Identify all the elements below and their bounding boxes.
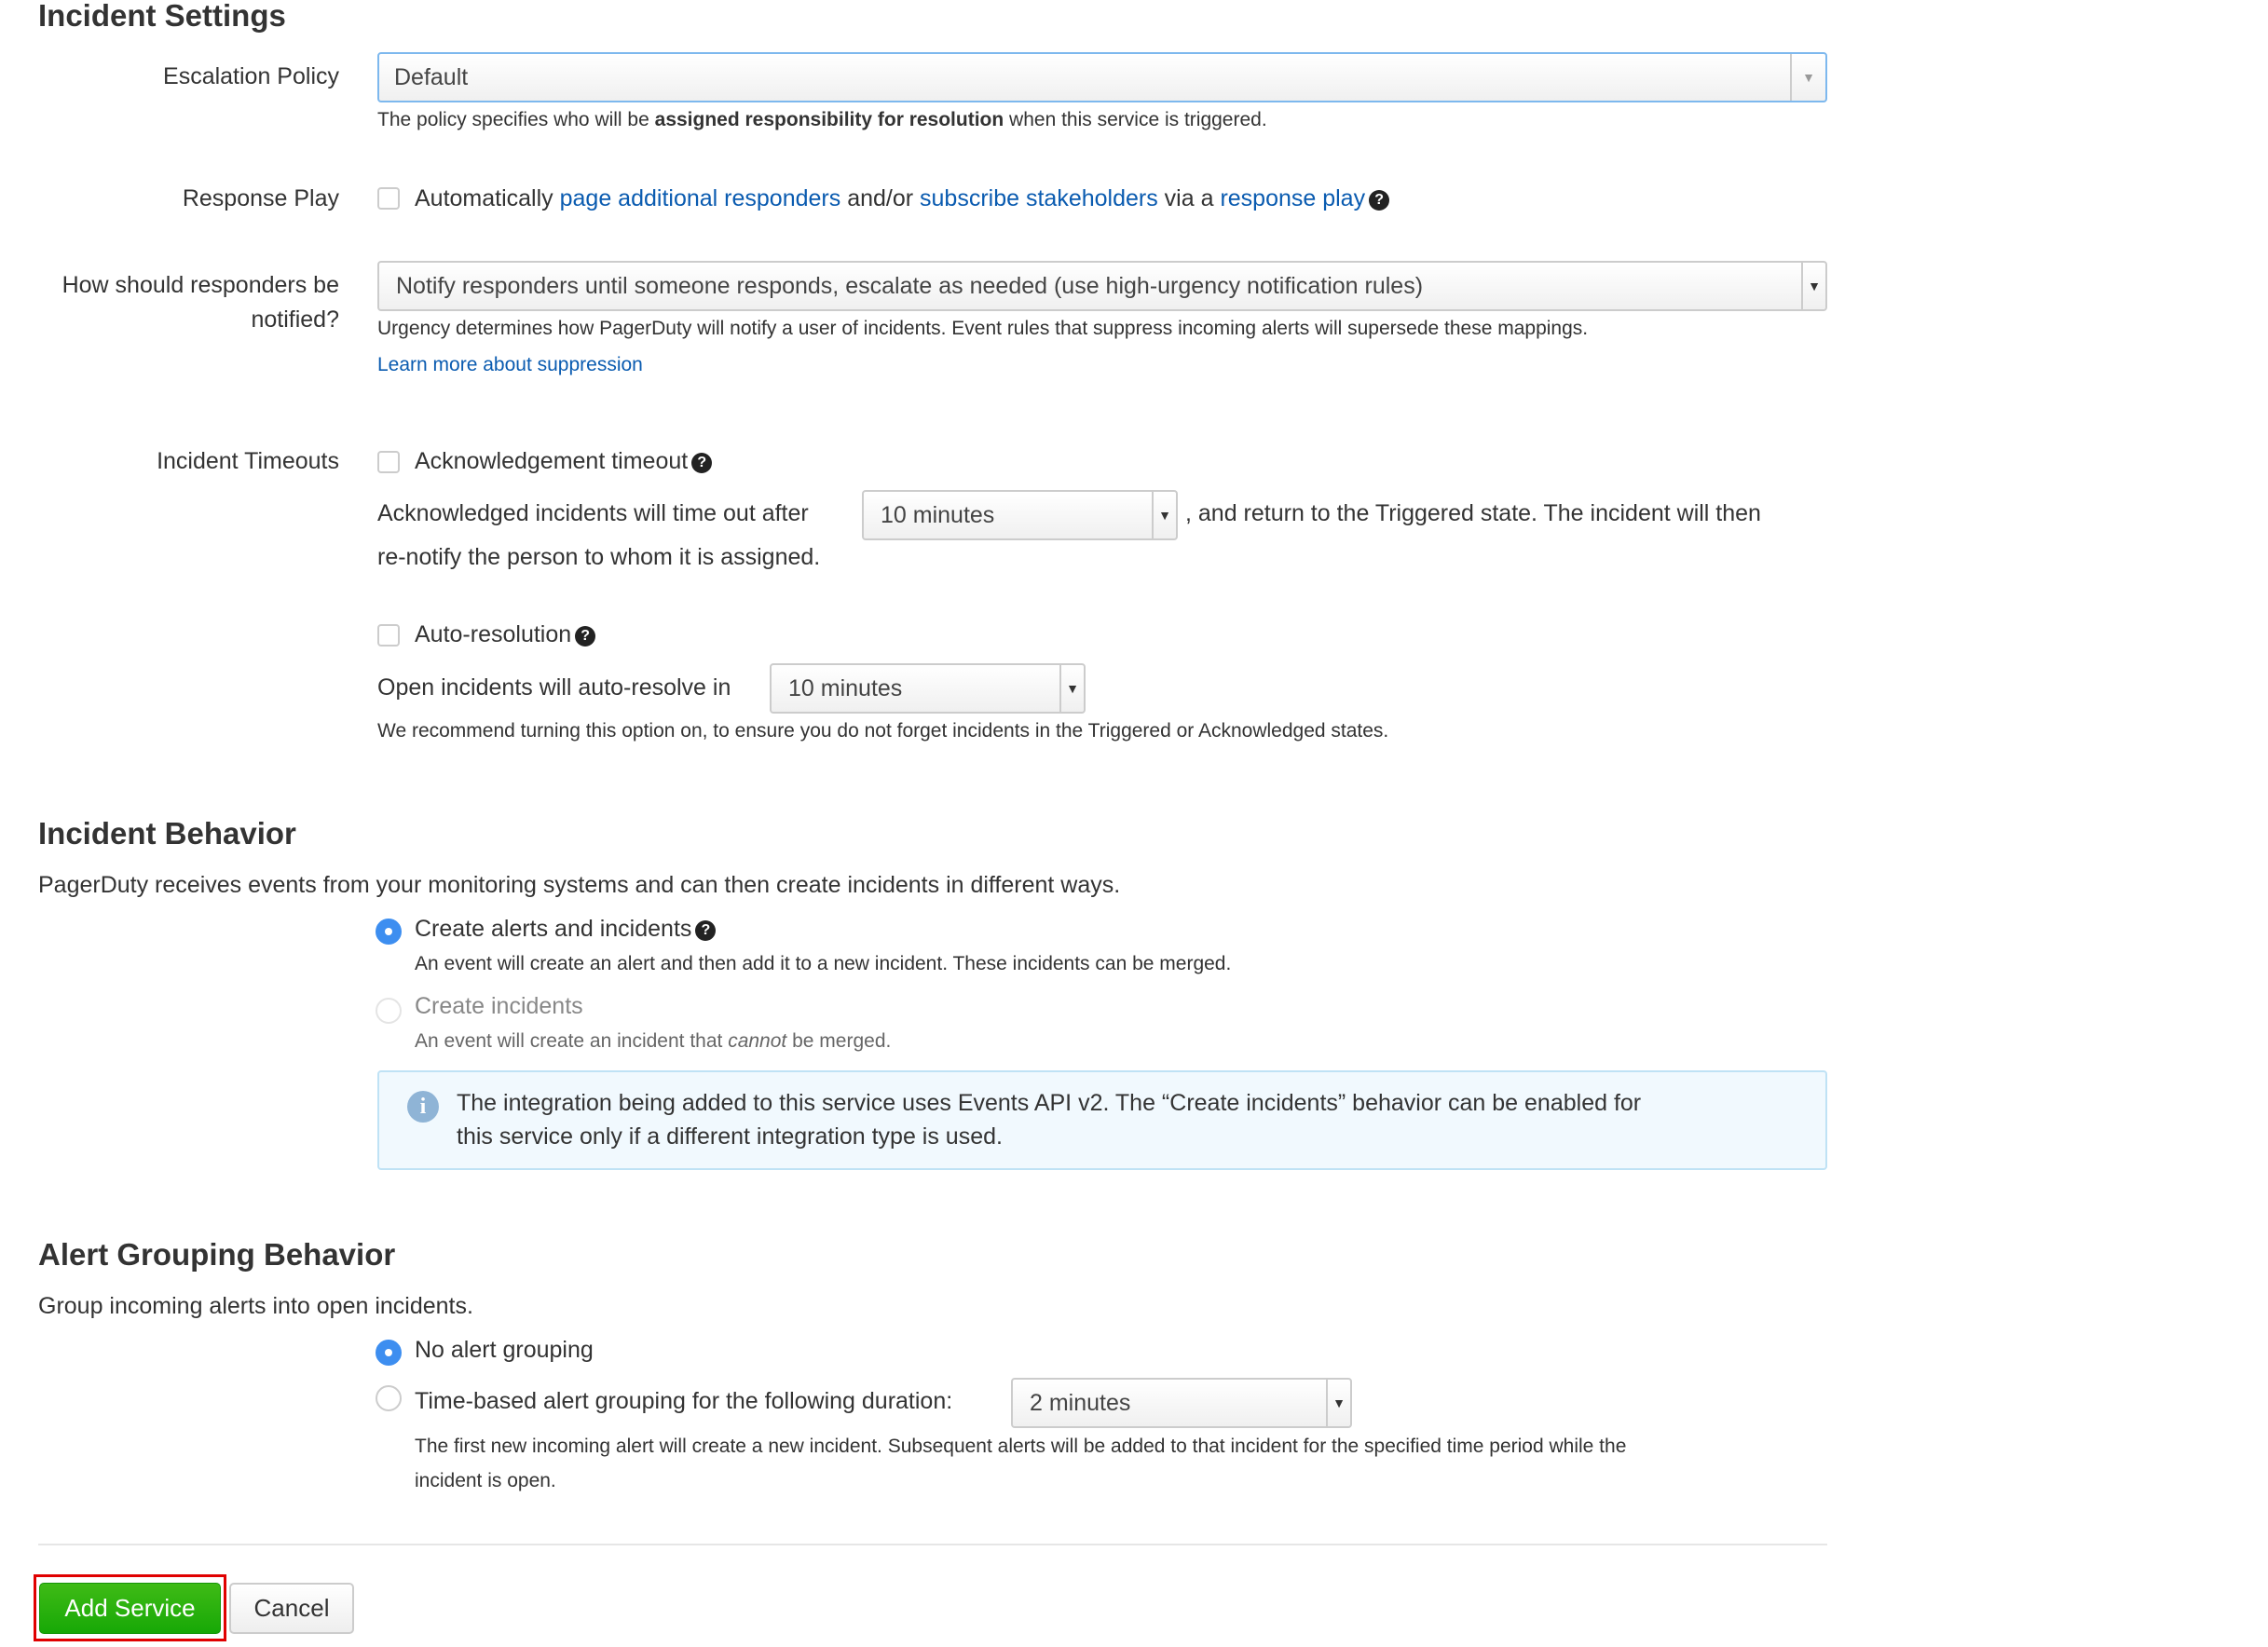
auto-resolve-help: We recommend turning this option on, to …: [377, 720, 1389, 742]
info-text-2: this service only if a different integra…: [457, 1123, 1003, 1150]
create-alerts-incidents-label: Create alerts and incidents?: [415, 912, 717, 946]
help-icon[interactable]: ?: [1369, 190, 1390, 211]
auto-resolution-label: Auto-resolution?: [415, 618, 596, 651]
notify-label: How should responders be notified?: [61, 272, 339, 333]
response-play-label: Response Play: [182, 185, 339, 211]
ack-timeout-checkbox[interactable]: [377, 451, 400, 473]
escalation-policy-value: Default: [394, 63, 469, 90]
incident-behavior-title: Incident Behavior: [38, 816, 296, 851]
response-play-checkbox[interactable]: [377, 187, 400, 210]
auto-resolve-pre: Open incidents will auto-resolve in: [377, 674, 731, 701]
page-additional-responders-link[interactable]: page additional responders: [560, 185, 841, 211]
create-incidents-help: An event will create an incident that ca…: [415, 1030, 892, 1052]
grouping-duration-select[interactable]: 2 minutes ▼: [1011, 1378, 1352, 1428]
chevron-down-icon: ▼: [1790, 54, 1825, 101]
notify-help: Urgency determines how PagerDuty will no…: [377, 318, 1589, 339]
create-alerts-incidents-help: An event will create an alert and then a…: [415, 953, 1232, 974]
response-play-link[interactable]: response play: [1220, 185, 1365, 211]
time-based-grouping-label: Time-based alert grouping for the follow…: [415, 1388, 953, 1414]
ack-timeout-select[interactable]: 10 minutes ▼: [862, 490, 1178, 540]
notify-value: Notify responders until someone responds…: [396, 272, 1424, 299]
escalation-policy-label: Escalation Policy: [163, 63, 339, 89]
ack-timeout-post: , and return to the Triggered state. The…: [1185, 500, 1761, 526]
info-icon: i: [407, 1091, 439, 1123]
ack-timeout-pre: Acknowledged incidents will time out aft…: [377, 500, 809, 526]
time-based-grouping-radio[interactable]: [376, 1385, 402, 1411]
no-alert-grouping-label: No alert grouping: [415, 1337, 594, 1363]
grouping-help-1: The first new incoming alert will create…: [415, 1436, 1627, 1457]
alert-grouping-desc: Group incoming alerts into open incident…: [38, 1293, 473, 1319]
auto-resolution-checkbox[interactable]: [377, 624, 400, 647]
chevron-down-icon: ▼: [1152, 492, 1176, 538]
chevron-down-icon: ▼: [1326, 1380, 1350, 1426]
cancel-button[interactable]: Cancel: [229, 1583, 354, 1634]
response-play-text: Automatically page additional responders…: [415, 182, 1390, 215]
add-service-button[interactable]: Add Service: [39, 1583, 221, 1634]
auto-resolve-value: 10 minutes: [788, 674, 903, 701]
incident-timeouts-label: Incident Timeouts: [157, 448, 339, 474]
no-alert-grouping-radio[interactable]: [376, 1340, 402, 1366]
auto-resolve-select[interactable]: 10 minutes ▼: [770, 663, 1086, 714]
chevron-down-icon: ▼: [1801, 263, 1825, 309]
divider: [38, 1544, 1827, 1545]
info-text-1: The integration being added to this serv…: [457, 1090, 1642, 1116]
incident-settings-title: Incident Settings: [38, 0, 286, 33]
create-incidents-radio[interactable]: [376, 998, 402, 1024]
incident-behavior-desc: PagerDuty receives events from your moni…: [38, 872, 1121, 898]
alert-grouping-title: Alert Grouping Behavior: [38, 1237, 396, 1272]
grouping-duration-value: 2 minutes: [1030, 1389, 1131, 1416]
ack-timeout-value: 10 minutes: [881, 501, 995, 528]
help-icon[interactable]: ?: [575, 626, 596, 647]
escalation-policy-select[interactable]: Default ▼: [377, 52, 1827, 102]
help-icon[interactable]: ?: [691, 453, 713, 473]
chevron-down-icon: ▼: [1059, 665, 1084, 712]
ack-timeout-line2: re-notify the person to whom it is assig…: [377, 544, 821, 570]
help-icon[interactable]: ?: [695, 920, 717, 941]
grouping-help-2: incident is open.: [415, 1470, 556, 1491]
create-incidents-label: Create incidents: [415, 993, 583, 1019]
escalation-help: The policy specifies who will be assigne…: [377, 109, 1267, 130]
notify-select[interactable]: Notify responders until someone responds…: [377, 261, 1827, 311]
info-box: i The integration being added to this se…: [377, 1070, 1827, 1170]
ack-timeout-label: Acknowledgement timeout?: [415, 444, 713, 478]
learn-more-suppression-link[interactable]: Learn more about suppression: [377, 351, 643, 379]
create-alerts-incidents-radio[interactable]: [376, 919, 402, 945]
subscribe-stakeholders-link[interactable]: subscribe stakeholders: [920, 185, 1158, 211]
